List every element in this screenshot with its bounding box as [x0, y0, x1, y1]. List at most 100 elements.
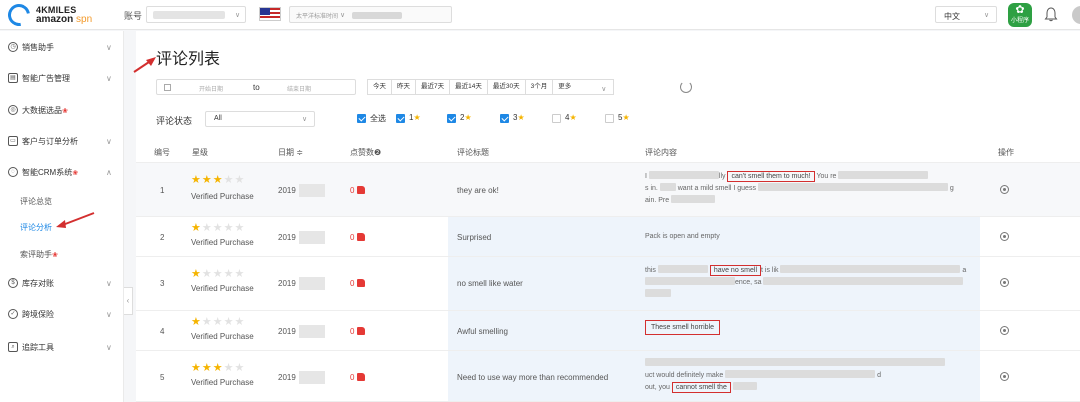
col-likes: 点赞数❷	[350, 148, 382, 157]
date-range-picker[interactable]: 开始日期 to 结束日期	[156, 79, 356, 95]
sidebar-sub-label: 索评助手	[20, 250, 52, 259]
end-date-placeholder: 结束日期	[287, 87, 312, 93]
chevron-left-icon: ‹	[126, 296, 130, 305]
sales-icon: ◷	[8, 42, 18, 52]
sidebar-item-ads[interactable]: ▤ 智能广告管理 ∨	[0, 70, 124, 86]
review-title: they are ok!	[457, 186, 499, 195]
likes-count[interactable]: 0	[350, 279, 366, 288]
likes-count[interactable]: 0	[350, 327, 366, 336]
star4-label: 4★	[565, 113, 577, 122]
verified-purchase: Verified Purchase	[191, 192, 254, 201]
table-row[interactable]: 3 ★★★★★ Verified Purchase 2019 0 no smel…	[136, 257, 1080, 311]
view-detail-icon[interactable]	[1000, 326, 1009, 335]
mini-program-button[interactable]: ✿ 小程序	[1008, 3, 1032, 27]
account-value-redacted	[153, 11, 225, 19]
thumbs-up-icon	[357, 327, 366, 335]
logo-mark-icon	[3, 0, 35, 31]
sidebar-item-insurance[interactable]: ✓ 跨境保险 ∨	[0, 306, 124, 322]
thumbs-up-icon	[357, 279, 366, 287]
likes-count[interactable]: 0	[350, 233, 366, 242]
date-redacted	[299, 371, 325, 384]
hot-icon: ❀	[62, 107, 68, 115]
star-icon: ★	[517, 113, 525, 122]
us-flag-icon[interactable]	[259, 7, 281, 21]
logo-spn: spn	[76, 14, 93, 25]
likes-count[interactable]: 0	[350, 186, 366, 195]
range-3m-button[interactable]: 3个月	[524, 79, 554, 95]
chevron-down-icon: ∨	[340, 12, 346, 19]
table-row[interactable]: 5 ★★★★★ Verified Purchase 2019 0 Need to…	[136, 351, 1080, 402]
sidebar-item-label: 智能广告管理	[22, 73, 70, 83]
verified-purchase: Verified Purchase	[191, 332, 254, 341]
chevron-down-icon: ∨	[106, 278, 112, 288]
select-all-checkbox[interactable]	[357, 114, 366, 123]
view-detail-icon[interactable]	[1000, 232, 1009, 241]
status-select[interactable]: All ∨	[205, 111, 315, 127]
sidebar-item-sales[interactable]: ◷ 销售助手 ∨	[0, 39, 124, 55]
chevron-down-icon: ∨	[601, 86, 607, 93]
calendar-icon	[164, 84, 171, 91]
verified-purchase: Verified Purchase	[191, 378, 254, 387]
order-icon: ▭	[8, 136, 18, 146]
sidebar-item-crm[interactable]: ◌ 智能CRM系统❀ ∧	[0, 164, 124, 180]
sidebar-item-bigdata[interactable]: ◎ 大数据选品❀	[0, 102, 124, 118]
star5-checkbox[interactable]	[605, 114, 614, 123]
data-icon: ◎	[8, 105, 18, 115]
language-select[interactable]: 中文 ∨	[935, 6, 997, 23]
star2-label: 2★	[460, 113, 472, 122]
tracking-icon: ⌕	[8, 342, 18, 352]
view-detail-icon[interactable]	[1000, 278, 1009, 287]
sidebar-sub-review-overview[interactable]: 评论总览	[20, 196, 52, 207]
star3-label: 3★	[513, 113, 525, 122]
sidebar-item-tracking[interactable]: ⌕ 追踪工具 ∨	[0, 339, 124, 355]
range-today-button[interactable]: 今天	[367, 79, 392, 95]
star2-checkbox[interactable]	[447, 114, 456, 123]
refresh-icon[interactable]	[680, 81, 692, 93]
thumbs-up-icon	[357, 373, 366, 381]
table-row[interactable]: 1 ★★★★★ Verified Purchase 2019 0 they ar…	[136, 163, 1080, 217]
sidebar-item-label: 库存对账	[22, 278, 54, 288]
sidebar-sub-review-request[interactable]: 索评助手❀	[20, 249, 58, 260]
range-7d-button[interactable]: 最近7天	[415, 79, 451, 95]
range-more-select[interactable]: 更多 ∨	[552, 79, 615, 95]
range-14d-button[interactable]: 最近14天	[449, 79, 488, 95]
highlighted-phrase: These smell horrible	[645, 320, 721, 335]
star-icon: ★	[569, 113, 577, 122]
review-date: 2019	[278, 373, 296, 382]
range-yesterday-button[interactable]: 昨天	[391, 79, 416, 95]
star4-checkbox[interactable]	[552, 114, 561, 123]
review-date: 2019	[278, 186, 296, 195]
bell-icon[interactable]	[1044, 7, 1058, 22]
account-select[interactable]: ∨	[146, 6, 246, 23]
rating-stars: ★★★★★	[191, 268, 246, 280]
sidebar-sub-review-analysis[interactable]: 评论分析	[20, 222, 52, 233]
star-icon: ★	[622, 113, 630, 122]
star3-checkbox[interactable]	[500, 114, 509, 123]
sidebar-collapse-button[interactable]: ‹	[124, 287, 133, 315]
chevron-down-icon: ∨	[235, 12, 241, 19]
col-date[interactable]: 日期 ≑	[278, 147, 303, 158]
sidebar-item-inventory[interactable]: $ 库存对账 ∨	[0, 275, 124, 291]
main-content: 评论列表 开始日期 to 结束日期 今天 昨天 最近7天 最近14天 最近30天…	[133, 31, 1080, 402]
table-row[interactable]: 4 ★★★★★ Verified Purchase 2019 0 Awful s…	[136, 311, 1080, 351]
sidebar-item-label: 智能CRM系统	[22, 167, 73, 177]
col-content: 评论内容	[645, 148, 677, 157]
sidebar-item-label: 销售助手	[22, 42, 54, 52]
annotation-arrow-icon	[56, 212, 95, 228]
view-detail-icon[interactable]	[1000, 185, 1009, 194]
brand-logo[interactable]: 4KMILES amazon spn	[3, 0, 118, 31]
chevron-down-icon: ∨	[302, 116, 308, 123]
timezone-text: 太平洋标准时间	[296, 14, 339, 20]
star1-checkbox[interactable]	[396, 114, 405, 123]
user-avatar[interactable]	[1072, 6, 1080, 24]
view-detail-icon[interactable]	[1000, 372, 1009, 381]
timezone-redacted	[352, 12, 402, 19]
verified-purchase: Verified Purchase	[191, 284, 254, 293]
sidebar-item-label: 追踪工具	[22, 342, 54, 352]
likes-count[interactable]: 0	[350, 373, 366, 382]
table-row[interactable]: 2 ★★★★★ Verified Purchase 2019 0 Surpris…	[136, 217, 1080, 257]
timezone-select[interactable]: 太平洋标准时间 ∨	[289, 6, 452, 23]
range-30d-button[interactable]: 最近30天	[486, 79, 526, 95]
top-bar: 4KMILES amazon spn 账号 ∨ 太平洋标准时间 ∨ 中文 ∨ ✿…	[0, 0, 1080, 31]
sidebar-item-orders[interactable]: ▭ 客户与订单分析 ∨	[0, 133, 124, 149]
